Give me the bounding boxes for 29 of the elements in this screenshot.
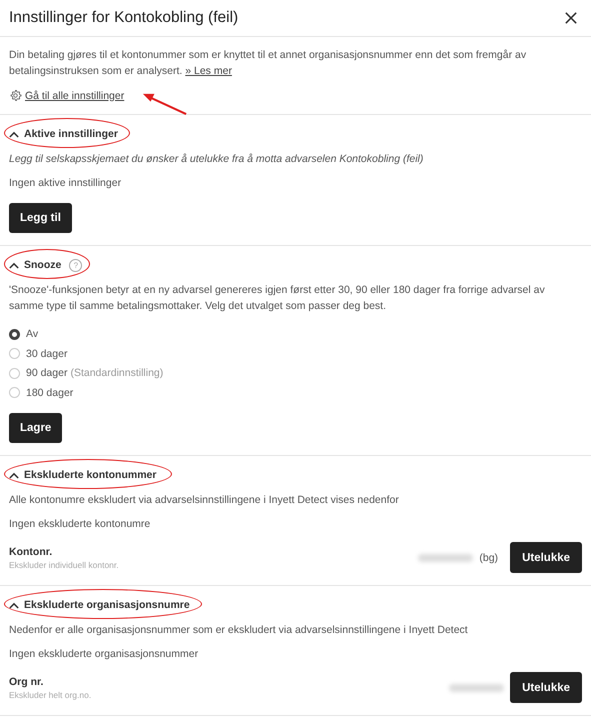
dialog-title: Innstillinger for Kontokobling (feil) — [9, 9, 238, 27]
radio-label: Av — [26, 327, 38, 342]
save-button[interactable]: Lagre — [9, 413, 62, 443]
read-more-link[interactable]: » Les mer — [185, 65, 232, 77]
section-title[interactable]: Snooze — [24, 259, 62, 271]
radio-label: 90 dager — [26, 366, 68, 382]
section-title[interactable]: Ekskluderte kontonummer — [24, 469, 156, 481]
field-label: Org nr. — [9, 676, 44, 688]
section-title[interactable]: Ekskluderte organisasjonsnumre — [24, 599, 190, 611]
exclude-button[interactable]: Utelukke — [510, 542, 582, 573]
field-label: Kontonr. — [9, 546, 54, 558]
section-description: Legg til selskapsskjemaet du ønsker å utelukke fra å motta advarselen Kontokobling (feil) — [9, 152, 424, 167]
empty-message: Ingen ekskluderte kontonumre — [9, 517, 152, 532]
radio-label: 180 dager — [26, 386, 74, 401]
section-description: 'Snooze'-funksjonen betyr at en ny advarsel genereres igjen først etter 30, 90 eller 180 dager fra forrige advarsel av samme type til samme betalingsmottaker. Velg det utvalget som passer deg best. — [9, 283, 546, 314]
empty-message: Ingen ekskluderte organisasjonsnummer — [9, 647, 200, 662]
radio-label: 30 dager — [26, 346, 68, 362]
intro-text: Din betaling gjøres til et kontonummer som er knyttet til et annet organisasjonsnummer enn det som fremgår av betalingsinstruksen som er analysert. » Les mer — [9, 48, 528, 79]
section-description: Alle kontonumre ekskludert via advarselsinnstillingene i Inyett Detect vises nedenfor — [9, 493, 400, 508]
section-description: Nedenfor er alle organisasjonsnummer som er ekskludert via advarselsinnstillingene i Inyett Detect — [9, 623, 469, 638]
section-title[interactable]: Aktive innstillinger — [24, 128, 118, 140]
radio-note: (Standardinnstilling) — [70, 367, 164, 380]
add-button[interactable]: Legg til — [9, 203, 72, 233]
field-hint: Ekskluder individuell kontonr. — [9, 560, 120, 570]
field-hint: Ekskluder helt org.no. — [9, 690, 92, 700]
number-suffix: (bg) — [479, 550, 498, 566]
empty-message: Ingen aktive innstillinger — [9, 176, 122, 191]
settings-link[interactable]: Gå til alle innstillinger — [25, 90, 124, 102]
exclude-button[interactable]: Utelukke — [510, 672, 582, 703]
